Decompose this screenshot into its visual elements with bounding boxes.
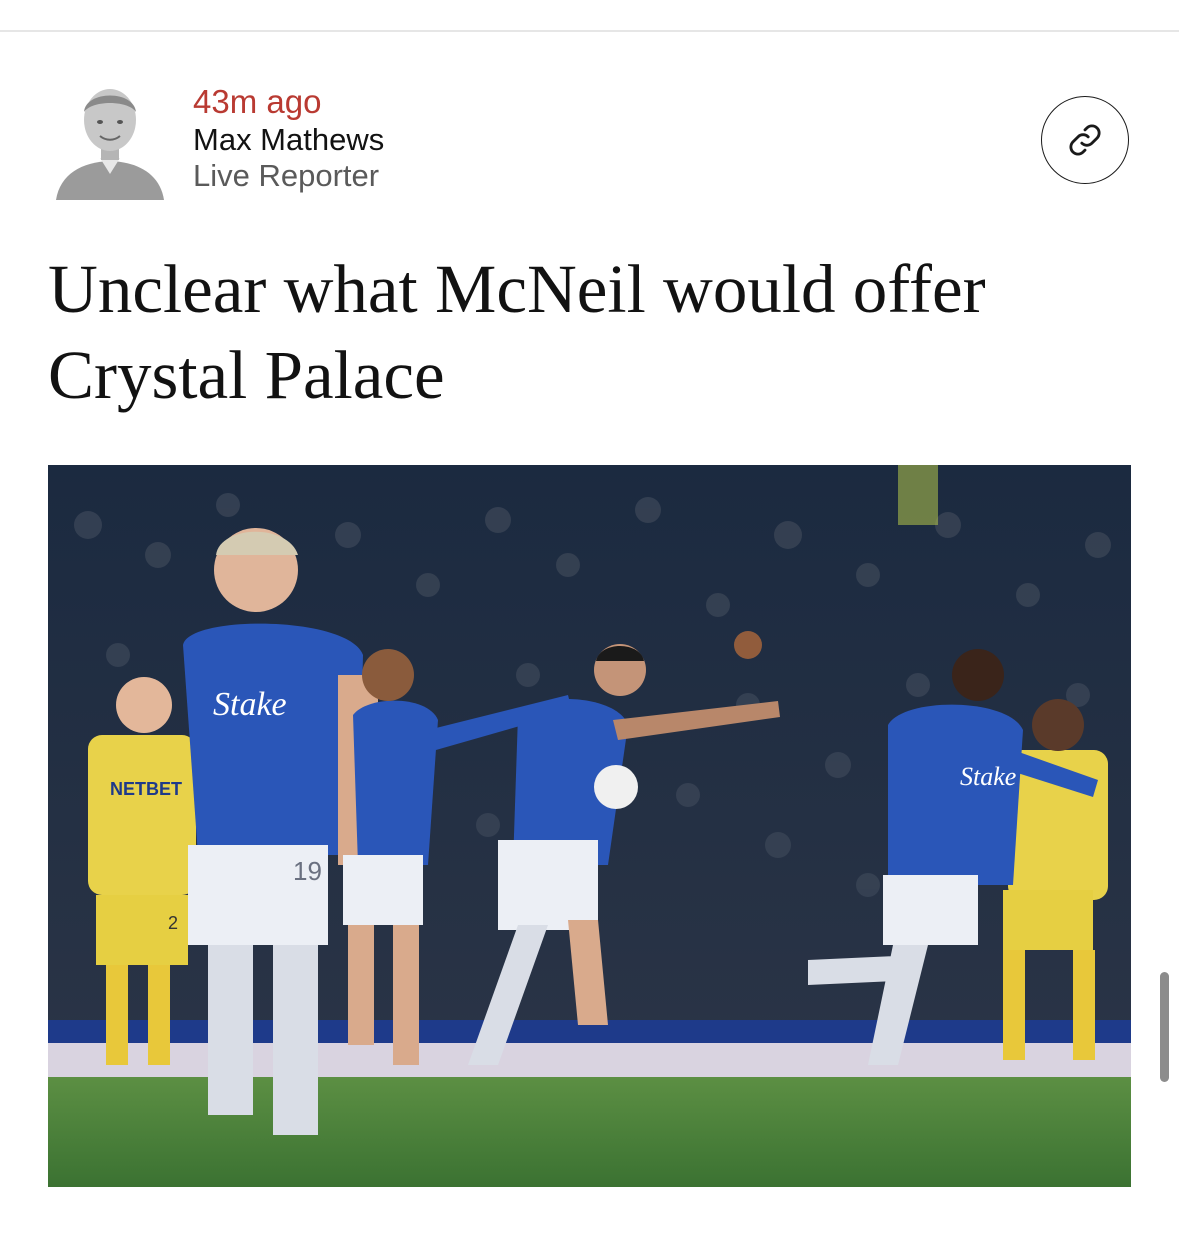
svg-text:2: 2 — [168, 913, 178, 933]
top-divider — [0, 30, 1179, 32]
article-photo: NETBET 2 Stake 19 Stake — [48, 465, 1131, 1187]
byline-meta: 43m ago Max Mathews Live Reporter — [193, 82, 384, 194]
svg-text:Stake: Stake — [960, 762, 1016, 791]
svg-text:NETBET: NETBET — [110, 779, 182, 799]
author-role: Live Reporter — [193, 158, 380, 193]
copy-link-button[interactable] — [1041, 96, 1129, 184]
author-name[interactable]: Max Mathews — [193, 122, 384, 158]
svg-text:Stake: Stake — [213, 686, 287, 723]
author-avatar[interactable] — [56, 82, 164, 200]
scrollbar[interactable] — [1160, 972, 1169, 1082]
post-headline: Unclear what McNeil would offer Crystal … — [48, 251, 986, 413]
byline: 43m ago Max Mathews Live Reporter — [56, 82, 1136, 204]
svg-text:19: 19 — [293, 856, 322, 886]
link-icon — [1069, 124, 1101, 156]
post-timestamp: 43m ago — [193, 83, 322, 120]
